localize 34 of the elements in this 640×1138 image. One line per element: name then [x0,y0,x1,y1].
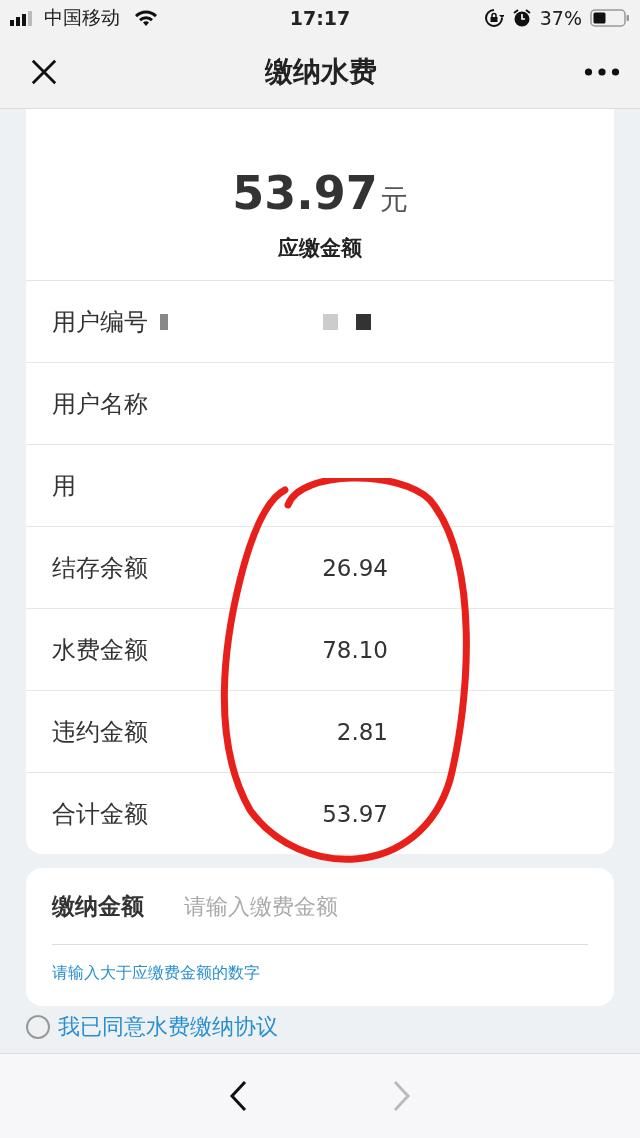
amount-input-field[interactable]: 请输入缴费金额 [182,892,588,920]
amount-label: 应缴金额 [278,235,362,262]
hint-text: 请输入大于应缴费金额的数字 [52,963,261,984]
clock-time: 17:17 [289,7,351,29]
row-label: 用户名称 [52,388,149,420]
battery-icon [590,9,630,27]
row-value: 2.81 [335,718,388,745]
more-icon [584,67,620,77]
forward-icon [391,1080,411,1112]
close-icon [30,58,58,86]
carrier-name: 中国移动 [44,5,120,30]
agreement-link[interactable]: 我已同意水费缴纳协议 [58,1012,278,1042]
wifi-icon [134,9,158,27]
redaction-mark [160,313,168,330]
row-label: 水费金额 [52,634,149,666]
battery-percent: 37% [539,7,582,29]
row-label: 合计金额 [52,798,149,830]
currency-unit: 元 [379,182,408,218]
agree-radio[interactable] [26,1015,50,1039]
row-label: 用户编号 [52,306,149,338]
row-value: 53.97 [321,800,388,827]
row-value: 26.94 [321,554,388,581]
row-label: 违约金额 [52,716,149,748]
amount-due: 53.97 [232,166,378,220]
rotation-lock-icon [483,8,504,28]
page-title: 缴纳水费 [265,54,377,90]
back-icon [229,1080,249,1112]
row-label: 结存余额 [52,552,149,584]
alarm-icon [511,8,532,28]
redaction-mark [323,313,338,330]
row-label: 用 [52,470,77,502]
field-label: 缴纳金额 [52,891,145,921]
row-value: 78.10 [321,636,388,663]
redaction-mark [356,313,371,330]
